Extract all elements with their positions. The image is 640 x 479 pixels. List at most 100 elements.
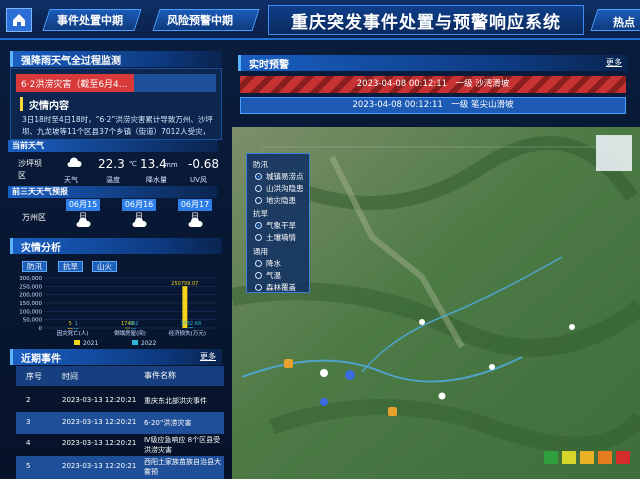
forecast-location: 万州区 — [22, 213, 46, 222]
legend-label: 2022 — [141, 340, 156, 347]
x-tick-label: 经济损失(万元) — [169, 329, 206, 337]
x-tick-label: 倒塌房屋(间) — [114, 329, 146, 337]
y-tick-label: 250,000 — [19, 284, 42, 290]
radio-icon — [255, 185, 262, 192]
table-header-row: 序号 时间 事件名称 — [16, 366, 224, 386]
alert-strip — [134, 74, 216, 92]
layer-urban-waterlogging[interactable]: 城镇易涝点 — [255, 171, 304, 182]
btn-drought[interactable]: 抗旱 — [58, 261, 83, 272]
forecast-date-3[interactable]: 06月17日 — [178, 199, 212, 221]
realtime-warning-header: 实时预警 更多 — [238, 55, 628, 71]
realtime-warning-title: 实时预警 — [249, 59, 289, 71]
forecast-title: 前三天天气预报 — [8, 186, 218, 198]
row-time: 2023-03-13 12:20:21 — [62, 439, 137, 447]
row-no: 2 — [26, 396, 31, 404]
temperature-value: 22.3 — [98, 157, 125, 171]
layer-label: 山洪沟隐患 — [266, 184, 304, 193]
row-no: 4 — [26, 439, 31, 447]
legend-label: 2021 — [83, 340, 98, 347]
temperature-unit: ℃ — [129, 160, 137, 168]
bar-2022 — [188, 327, 194, 328]
map-marker-icon[interactable] — [345, 370, 355, 380]
legend-level-5 — [616, 451, 630, 464]
legend-swatch-2021 — [74, 340, 80, 345]
map-marker-icon[interactable] — [320, 369, 328, 377]
table-row[interactable]: 3 2023-03-13 12:20:21 6-20”洪涝灾害 — [16, 412, 224, 434]
bar-2021 — [67, 327, 73, 329]
btn-wildfire[interactable]: 山火 — [92, 261, 117, 272]
layer-label: 气温 — [266, 271, 281, 280]
legend-level-4 — [598, 451, 612, 464]
forecast-cloud-icon-3 — [188, 217, 203, 227]
col-no: 序号 — [26, 372, 42, 381]
table-row[interactable]: 2 2023-03-13 12:20:21 重庆东北部洪灾事件 — [16, 390, 224, 412]
tab-hotspot[interactable]: 热点 — [590, 9, 640, 31]
row-name: Ⅳ级应急响应 8个区县受洪涝灾害 — [144, 436, 221, 454]
radio-checked-icon — [255, 222, 262, 229]
disaster-alert-tag[interactable]: 6·2洪涝灾害（截至6月4... — [16, 74, 134, 92]
uv-value: -0.68 — [188, 157, 220, 171]
map-marker-icon[interactable] — [569, 324, 575, 330]
layer-precipitation[interactable]: 降水 — [255, 258, 281, 269]
bar-2021 — [125, 327, 130, 329]
recent-events-header: 近期事件 更多 — [10, 349, 222, 365]
tab-event-handling-label: 事件处置中期 — [57, 14, 123, 27]
map-marker-icon[interactable] — [320, 398, 328, 406]
row-name: 重庆东北部洪灾事件 — [144, 397, 207, 405]
y-tick-label: 100,000 — [19, 309, 42, 315]
table-row[interactable]: 5 2023-03-13 12:20:21 西阳土家族苗族自治县大雾预 — [16, 456, 224, 479]
layer-forest-cover[interactable]: 森林覆盖 — [255, 282, 296, 293]
map-warning-marker-icon[interactable] — [388, 407, 397, 416]
data-label: 5 — [69, 321, 72, 327]
warning-item-2[interactable]: 2023-04-08 00:12:11 一级 笔尖山滑坡 — [240, 97, 626, 114]
radio-icon — [255, 272, 262, 279]
layer-geo-hazard[interactable]: 地灾隐患 — [255, 195, 296, 206]
recent-events-more-link[interactable]: 更多 — [200, 351, 216, 362]
tab-risk-warning[interactable]: 风险预警中期 — [152, 9, 260, 31]
layer-label: 城镇易涝点 — [266, 172, 304, 181]
weather-panel-title: 强降雨天气全过程监测 — [21, 55, 121, 67]
radio-icon — [255, 234, 262, 241]
map-marker-icon[interactable] — [438, 392, 446, 400]
home-button[interactable] — [6, 8, 32, 32]
warning-item-1[interactable]: 2023-04-08 00:12:11 一级 沙湾滑坡 — [240, 76, 626, 93]
realtime-warning-more-link[interactable]: 更多 — [606, 57, 622, 68]
tab-hotspot-label: 热点 — [613, 16, 635, 29]
forecast-date-1[interactable]: 06月15日 — [66, 199, 100, 221]
legend-level-2 — [562, 451, 576, 464]
layer-label: 降水 — [266, 259, 281, 268]
radio-icon — [255, 197, 262, 204]
map-marker-icon[interactable] — [419, 319, 425, 325]
row-no: 5 — [26, 462, 31, 470]
disaster-analysis-header: 灾情分析 — [10, 238, 222, 254]
rainfall-value: 13.4 — [140, 157, 167, 171]
tab-event-handling[interactable]: 事件处置中期 — [42, 9, 142, 31]
layer-flash-flood[interactable]: 山洪沟隐患 — [255, 183, 304, 194]
weather-cloud-icon — [67, 157, 82, 167]
home-icon — [13, 14, 25, 26]
layer-soil-moisture[interactable]: 土壤墒情 — [255, 232, 296, 243]
y-tick-label: 50,000 — [23, 318, 43, 324]
label-weather: 天气 — [64, 176, 78, 184]
layer-temperature[interactable]: 气温 — [255, 270, 281, 281]
legend-level-3 — [580, 451, 594, 464]
x-tick-label: 因灾死亡(人) — [57, 329, 89, 337]
layer-label: 地灾隐患 — [266, 196, 296, 205]
legend-level-1 — [544, 451, 558, 464]
radio-icon — [255, 284, 262, 291]
data-label: 3732.68 — [180, 321, 201, 327]
y-tick-label: 300,000 — [19, 276, 42, 282]
map-marker-icon[interactable] — [489, 364, 495, 370]
map-warning-marker-icon[interactable] — [284, 359, 293, 368]
y-tick-label: 200,000 — [19, 293, 42, 299]
table-row[interactable]: 4 2023-03-13 12:20:21 Ⅳ级应急响应 8个区县受洪涝灾害 — [16, 434, 224, 456]
layer-label: 气象干旱 — [266, 221, 296, 230]
btn-flood[interactable]: 防汛 — [22, 261, 47, 272]
label-temperature: 温度 — [106, 176, 120, 184]
layer-group-general: 通用 — [253, 247, 268, 256]
forecast-date-2[interactable]: 06月16日 — [122, 199, 156, 221]
label-uv: UV风 — [190, 176, 207, 184]
layer-meteo-drought[interactable]: 气象干旱 — [255, 220, 296, 231]
bar-2022 — [131, 327, 136, 329]
weather-location: 沙坪坝区 — [18, 159, 42, 180]
